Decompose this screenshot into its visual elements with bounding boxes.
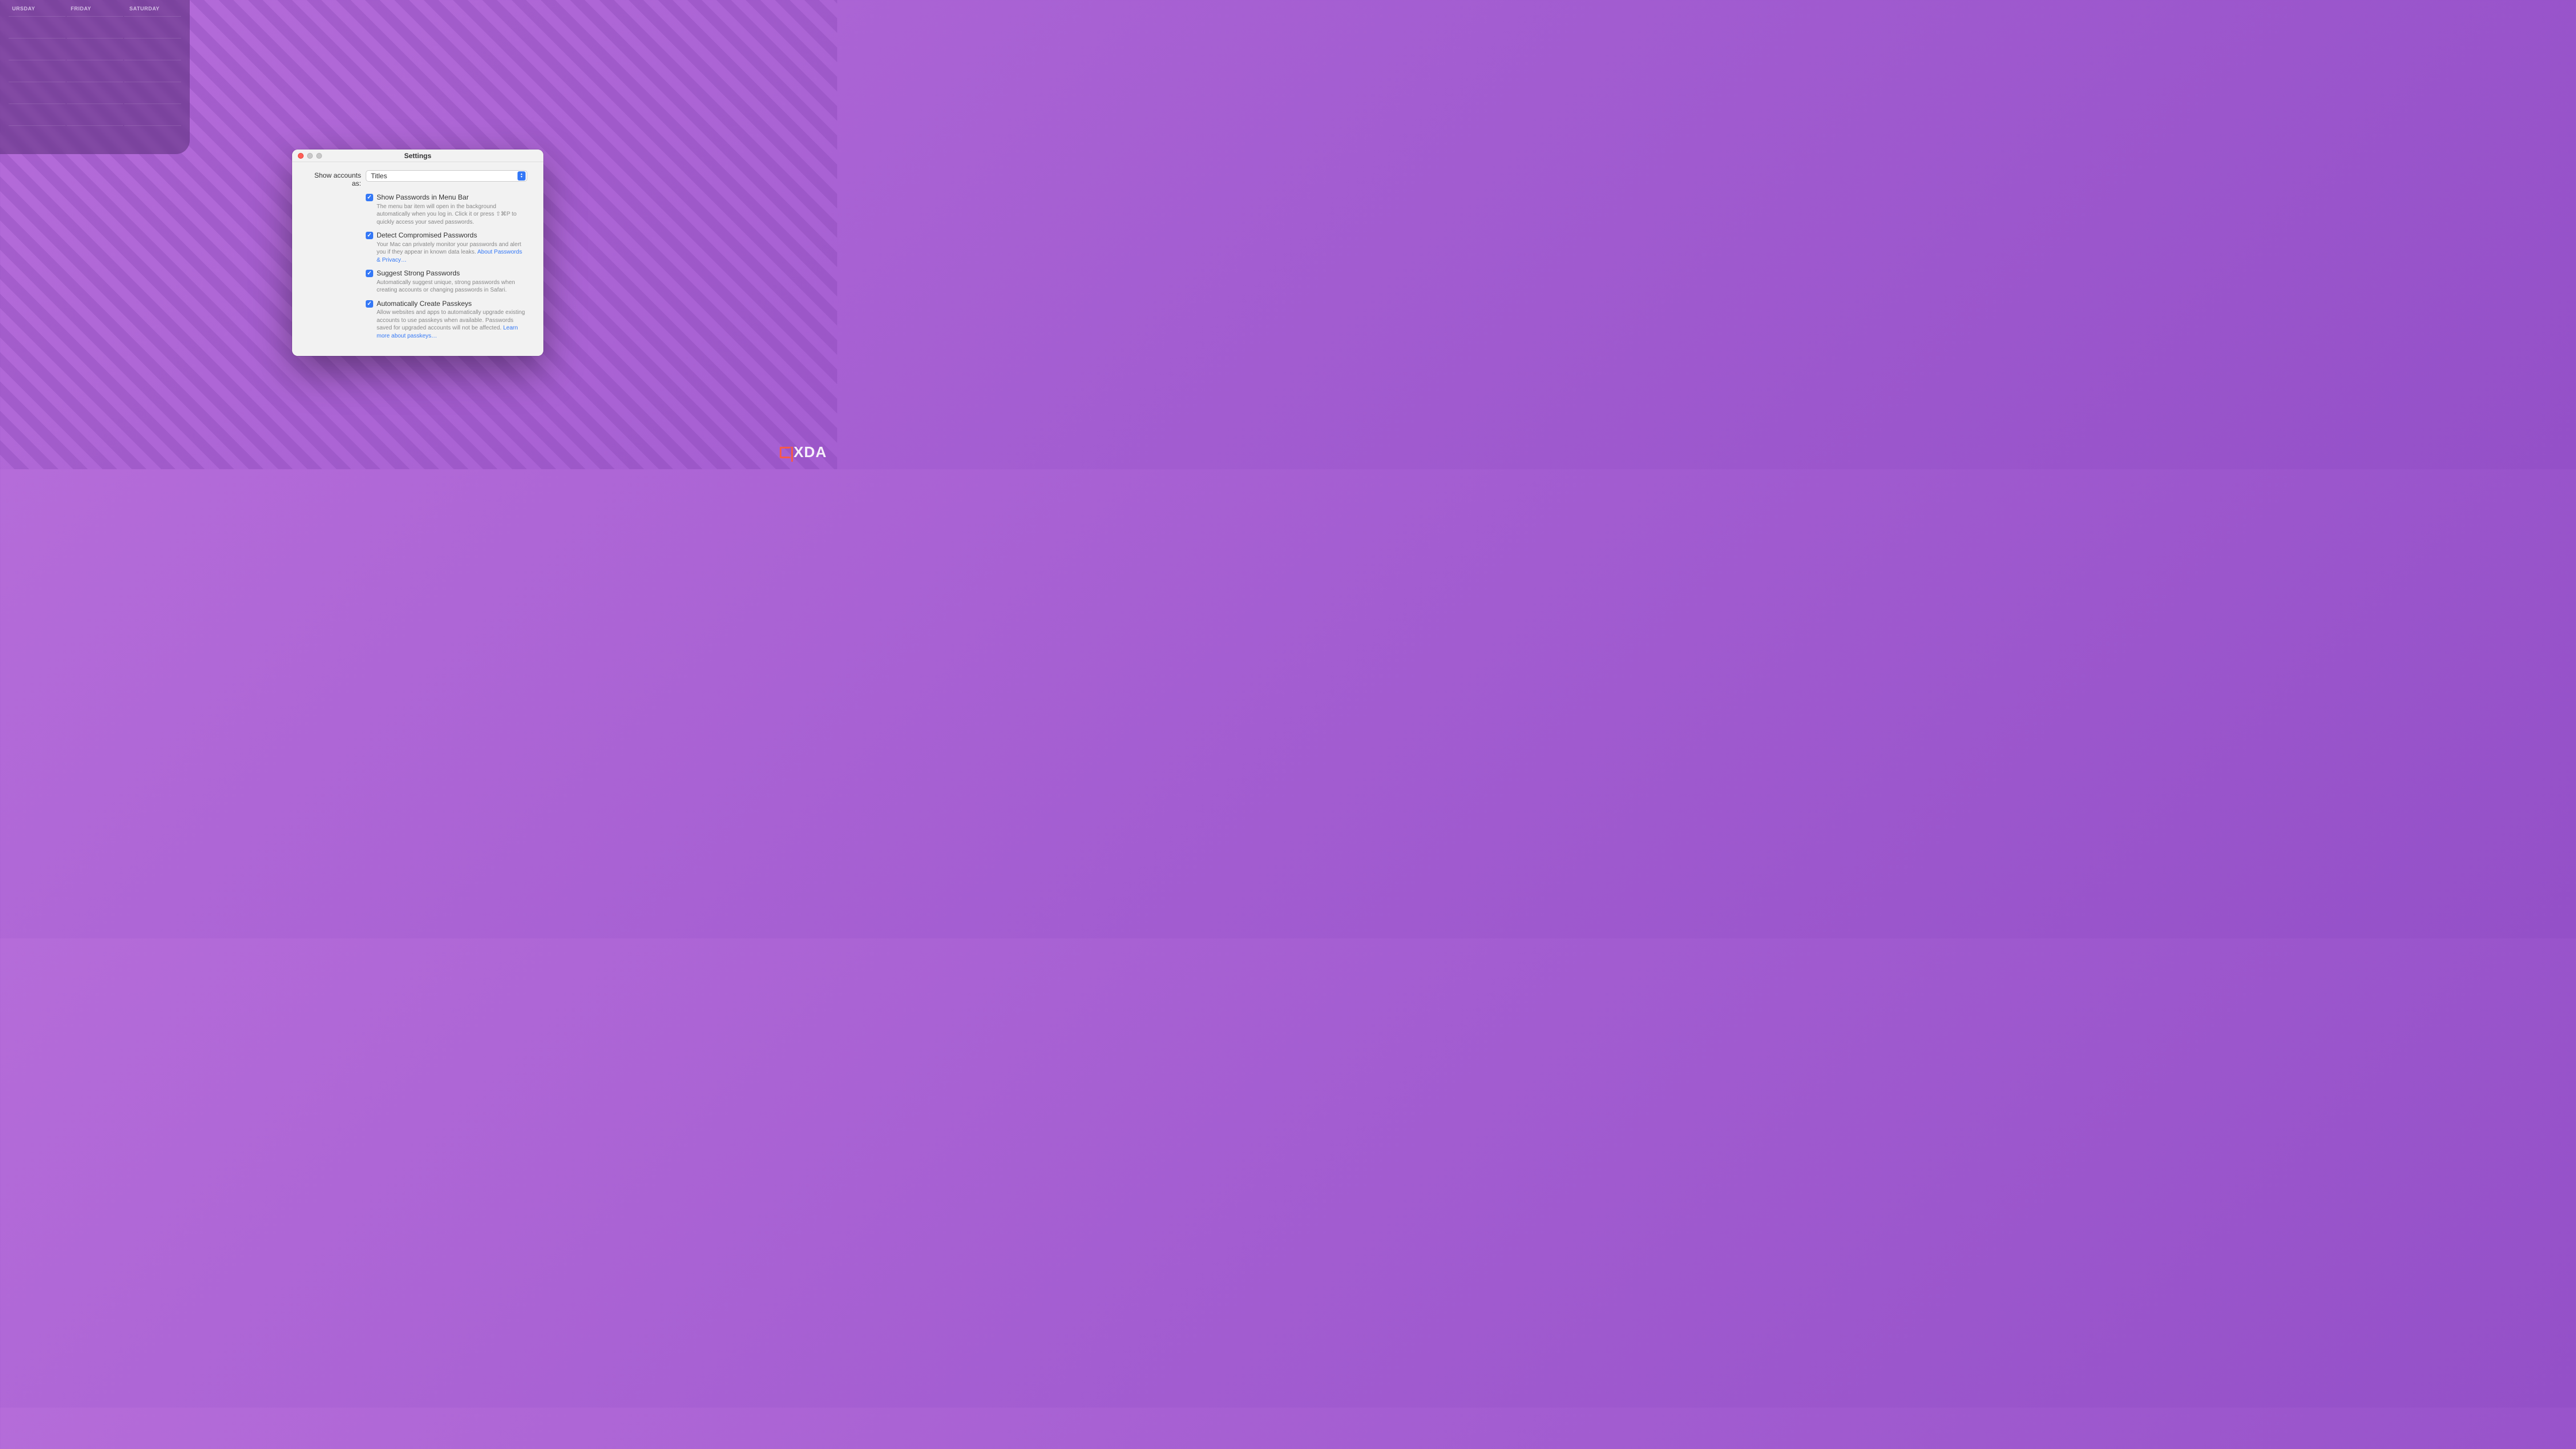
option-description: Allow websites and apps to automatically… — [377, 309, 527, 340]
calendar-widget: URSDAY FRIDAY SATURDAY — [0, 0, 190, 154]
option-title: Show Passwords in Menu Bar — [377, 193, 527, 202]
xda-logo-icon — [780, 447, 791, 458]
checkbox-detect-compromised[interactable]: ✓ — [366, 232, 373, 239]
window-title: Settings — [404, 152, 431, 160]
show-accounts-value: Titles — [371, 172, 387, 180]
day-header-saturday: SATURDAY — [126, 6, 181, 12]
option-description: Your Mac can privately monitor your pass… — [377, 241, 527, 264]
maximize-button[interactable] — [316, 153, 322, 159]
chevron-up-down-icon: ▴▾ — [518, 171, 526, 181]
window-titlebar[interactable]: Settings — [292, 150, 543, 162]
settings-window: Settings Show accounts as: Titles ▴▾ ✓ S… — [292, 150, 543, 356]
checkbox-suggest-strong[interactable]: ✓ — [366, 270, 373, 277]
show-accounts-label: Show accounts as: — [308, 170, 366, 187]
option-title: Automatically Create Passkeys — [377, 300, 527, 309]
option-suggest-strong-passwords: ✓ Suggest Strong Passwords Automatically… — [366, 269, 527, 294]
close-button[interactable] — [298, 153, 304, 159]
checkbox-show-passwords-menu-bar[interactable]: ✓ — [366, 194, 373, 201]
option-title: Suggest Strong Passwords — [377, 269, 527, 278]
day-header-friday: FRIDAY — [67, 6, 122, 12]
settings-content: Show accounts as: Titles ▴▾ ✓ Show Passw… — [292, 162, 543, 356]
calendar-grid — [9, 16, 181, 146]
option-title: Detect Compromised Passwords — [377, 231, 527, 240]
xda-logo-text: XDA — [793, 443, 827, 461]
option-description: The menu bar item will open in the backg… — [377, 203, 527, 227]
show-accounts-select[interactable]: Titles ▴▾ — [366, 170, 527, 182]
option-detect-compromised: ✓ Detect Compromised Passwords Your Mac … — [366, 231, 527, 264]
calendar-day-headers: URSDAY FRIDAY SATURDAY — [9, 6, 181, 12]
xda-watermark: XDA — [780, 443, 827, 461]
traffic-lights — [298, 153, 322, 159]
option-show-passwords-menu-bar: ✓ Show Passwords in Menu Bar The menu ba… — [366, 193, 527, 226]
minimize-button[interactable] — [307, 153, 313, 159]
checkbox-auto-passkeys[interactable]: ✓ — [366, 300, 373, 308]
option-auto-create-passkeys: ✓ Automatically Create Passkeys Allow we… — [366, 300, 527, 340]
day-header-thursday: URSDAY — [9, 6, 64, 12]
option-description: Automatically suggest unique, strong pas… — [377, 279, 527, 294]
